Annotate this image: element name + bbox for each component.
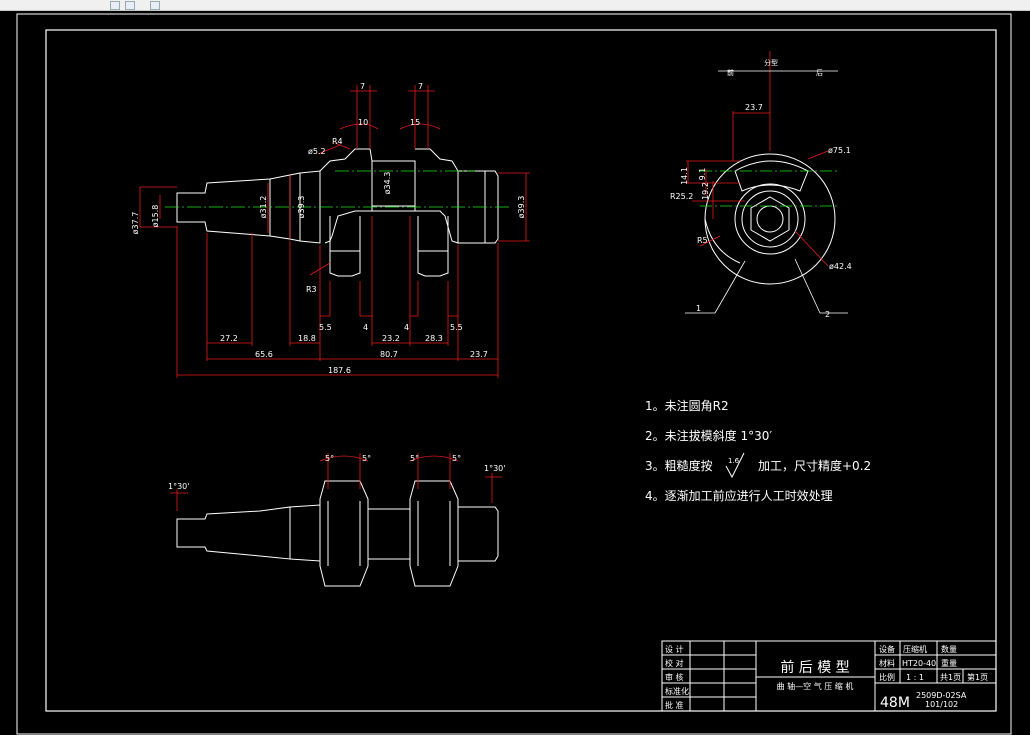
dim-ten: 10 (358, 118, 368, 127)
tb-val-equip: 压缩机 (903, 644, 927, 654)
dim-l807: 80.7 (380, 350, 398, 359)
front-view (176, 148, 499, 277)
dim-left-outer: ø37.7 (131, 212, 140, 235)
dim-l188: 18.8 (298, 334, 316, 343)
dim-left-inner: ø15.8 (151, 205, 160, 228)
dim-shaft-b: ø39.3 (297, 196, 306, 219)
tb-lbl-scale: 比例 (879, 672, 895, 682)
note-4: 4。逐渐加工前应进行人工时效处理 (645, 489, 833, 503)
window-toolbar (0, 0, 1030, 11)
dim-l232: 23.2 (382, 334, 400, 343)
tb-row-check: 校 对 (665, 658, 684, 668)
dim-l272: 27.2 (220, 334, 238, 343)
dim-l656: 65.6 (255, 350, 273, 359)
callout-1: 1 (696, 304, 701, 313)
tb-lbl-mat: 材料 (879, 658, 895, 668)
tb-val-scale: 1 : 1 (906, 673, 924, 682)
tb-row-review: 审 核 (665, 672, 684, 682)
dim-l283: 28.3 (425, 334, 443, 343)
side-w237: 23.7 (745, 103, 763, 112)
tb-code-sub: 101/102 (925, 700, 958, 709)
dim-fifteen: 15 (410, 118, 420, 127)
note-3-tail: 加工，尺寸精度+0.2 (758, 459, 872, 473)
bottom-view (176, 480, 499, 587)
callout-2: 2 (825, 310, 830, 319)
dim-l237: 23.7 (470, 350, 488, 359)
dim-r3: R3 (306, 285, 317, 294)
dim-shaft-a: ø31.2 (259, 196, 268, 219)
tb-sheet-no: 第1页 (967, 672, 988, 682)
front-dimension-texts: ø37.7 ø15.8 ø31.2 ø39.3 ø34.3 ø39.3 ø5.2… (131, 82, 526, 375)
taper-left: 1°30' (168, 482, 189, 491)
side-d252: R25.2 (670, 192, 693, 201)
tb-code-main: 48M (880, 695, 910, 711)
tb-title: 前 后 模 型 (780, 659, 849, 676)
refresh-icon[interactable] (150, 1, 160, 10)
tb-code-num: 2509D-02SA (916, 691, 967, 700)
side-dimension-texts: 分型 前 后 23.7 ø75.1 R25.2 ø42.4 14.1 9.1 1… (670, 58, 852, 319)
sheet-outer-border (16, 13, 1012, 735)
dim-r4: R4 (332, 137, 343, 146)
tb-subtitle: 曲 轴—空 气 压 缩 机 (777, 681, 854, 691)
tb-val-mat: HT20-40 (902, 659, 936, 668)
side-front-label: 前 (727, 68, 734, 77)
tb-row-approve: 批 准 (665, 700, 684, 710)
angle-4: 5° (452, 454, 461, 463)
tb-lbl-equip: 设备 (879, 644, 895, 654)
side-d751: ø75.1 (828, 146, 851, 155)
side-top-label: 分型 (764, 58, 778, 67)
dim-right: ø39.3 (517, 196, 526, 219)
side-h192: 19.2 (701, 182, 710, 200)
dim-l55a: 5.5 (319, 323, 332, 332)
dim-seven-a: 7 (360, 82, 365, 91)
tb-lbl-weight: 重量 (941, 658, 957, 668)
tb-lbl-qty: 数量 (941, 644, 957, 654)
angle-2: 5° (362, 454, 371, 463)
dim-l1876: 187.6 (328, 366, 351, 375)
side-h91: 9.1 (698, 168, 707, 181)
angle-3: 5° (410, 454, 419, 463)
side-rear-label: 后 (816, 68, 823, 77)
side-d424: ø42.4 (829, 262, 852, 271)
tb-row-standard: 标准化 (665, 686, 689, 696)
dim-fillet: ø5.2 (308, 147, 326, 156)
note-3: 3。粗糙度按 (645, 459, 713, 473)
side-view (704, 153, 836, 285)
dim-l4b: 4 (404, 323, 409, 332)
taper-right: 1°30' (484, 464, 505, 473)
angle-1: 5° (325, 454, 334, 463)
note-2: 2。未注拔模斜度 1°30′ (645, 429, 773, 443)
cad-canvas[interactable]: ø37.7 ø15.8 ø31.2 ø39.3 ø34.3 ø39.3 ø5.2… (0, 11, 1030, 735)
back-icon[interactable] (110, 1, 120, 10)
front-dimension-lines (139, 85, 530, 378)
tb-sheet-total: 共1页 (940, 673, 961, 682)
dim-pin: ø34.3 (383, 172, 392, 195)
tb-row-design: 设 计 (665, 644, 684, 654)
bottom-dimension-texts: 1°30' 1°30' 5° 5° 5° 5° (168, 454, 505, 491)
dim-l55b: 5.5 (450, 323, 463, 332)
note-1: 1。未注圆角R2 (645, 399, 729, 413)
side-h141: 14.1 (680, 167, 689, 185)
drawing-frame (45, 29, 997, 712)
roughness-value: 1.6 (728, 457, 740, 465)
dim-l4a: 4 (363, 323, 368, 332)
side-r5: R5 (697, 236, 708, 245)
dim-seven-b: 7 (418, 82, 423, 91)
forward-icon[interactable] (125, 1, 135, 10)
